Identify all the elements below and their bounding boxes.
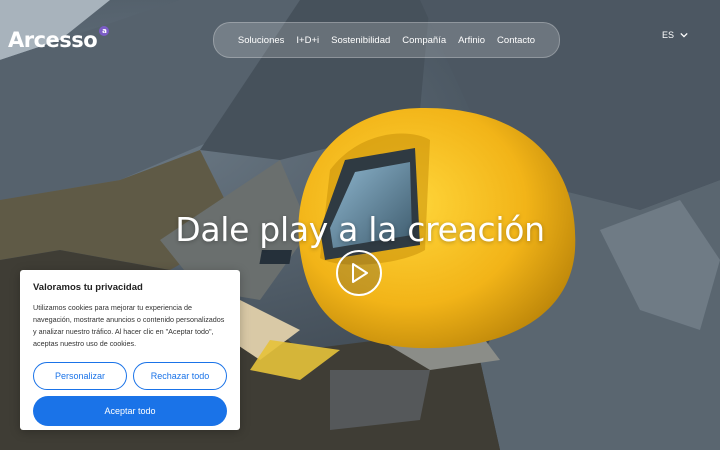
- chevron-down-icon: [680, 32, 688, 38]
- reject-all-button[interactable]: Rechazar todo: [133, 362, 227, 390]
- nav-item-arfinio[interactable]: Arfinio: [452, 35, 491, 46]
- brand-badge: a: [99, 26, 110, 36]
- language-label: ES: [662, 30, 675, 40]
- accept-all-button[interactable]: Aceptar todo: [33, 396, 227, 426]
- brand-name: Arcesso: [8, 28, 98, 52]
- customize-button[interactable]: Personalizar: [33, 362, 127, 390]
- cookie-body: Utilizamos cookies para mejorar tu exper…: [33, 303, 225, 348]
- nav-item-soluciones[interactable]: Soluciones: [232, 35, 290, 46]
- language-selector[interactable]: ES: [662, 30, 688, 40]
- nav-item-contacto[interactable]: Contacto: [491, 35, 541, 46]
- play-icon: [352, 263, 368, 283]
- brand-logo[interactable]: Arcesso a: [8, 26, 110, 52]
- play-button[interactable]: [336, 250, 382, 296]
- main-nav: Soluciones I+D+i Sostenibilidad Compañía…: [213, 22, 560, 58]
- nav-item-sostenibilidad[interactable]: Sostenibilidad: [325, 35, 396, 46]
- hero-headline: Dale play a la creación: [175, 210, 545, 250]
- cookie-secondary-actions: Personalizar Rechazar todo: [33, 362, 227, 390]
- nav-item-compania[interactable]: Compañía: [396, 35, 452, 46]
- cookie-title: Valoramos tu privacidad: [33, 282, 143, 293]
- cookie-banner: Valoramos tu privacidad Utilizamos cooki…: [20, 270, 240, 430]
- nav-item-idi[interactable]: I+D+i: [290, 35, 325, 46]
